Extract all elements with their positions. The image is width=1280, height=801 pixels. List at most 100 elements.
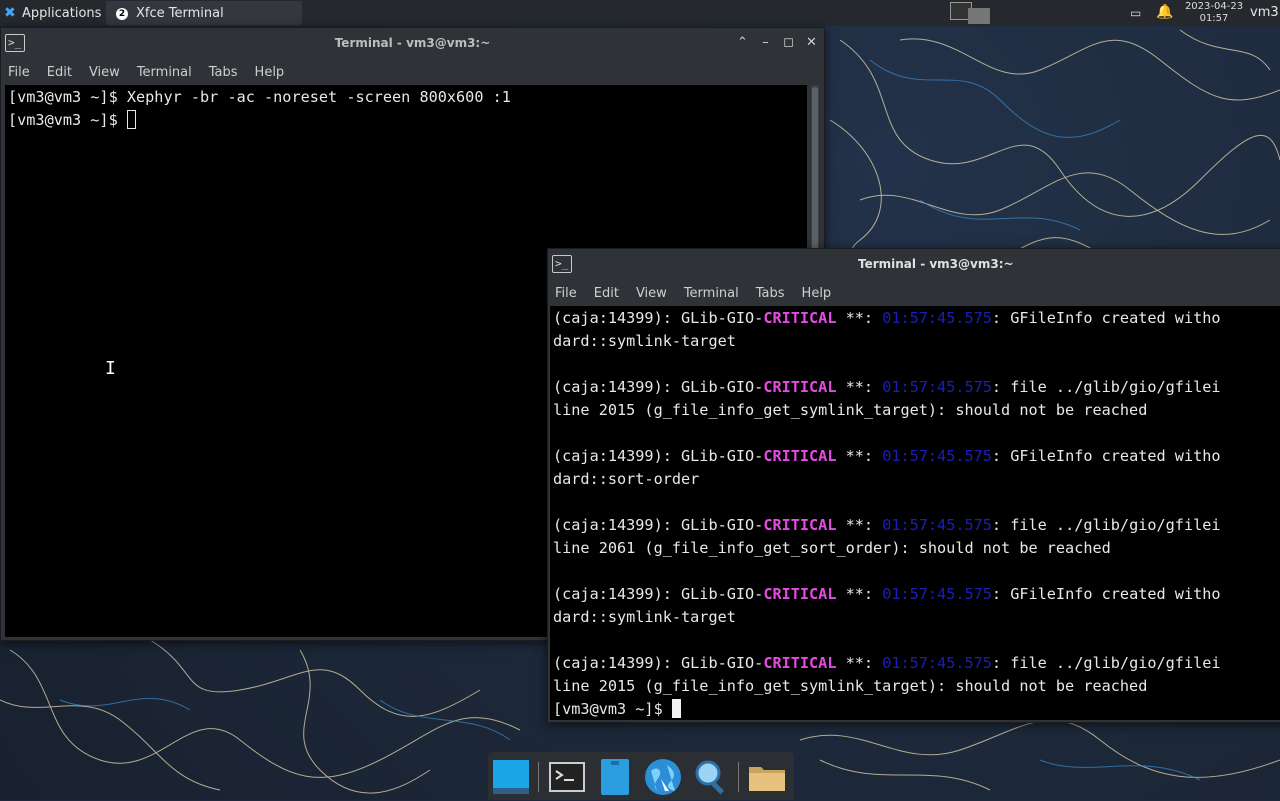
log-line: (caja:14399): GLib-GIO-CRITICAL **: 01:5… (553, 445, 1280, 468)
battery-icon[interactable]: ▭ (1130, 6, 1146, 20)
bottom-dock (488, 752, 794, 800)
log-line-continuation: line 2015 (g_file_info_get_symlink_targe… (553, 677, 1148, 695)
dock-separator (538, 762, 539, 792)
window-title: Terminal - vm3@vm3:~ (858, 257, 1014, 271)
menu-edit[interactable]: Edit (594, 286, 619, 301)
menubar: File Edit View Terminal Tabs Help (548, 281, 1280, 305)
workspace-switcher[interactable] (950, 2, 990, 24)
dock-separator (738, 762, 739, 792)
window-controls: ⌃ – ◻ ✕ (736, 35, 818, 50)
menu-tabs[interactable]: Tabs (209, 65, 238, 80)
log-prefix: (caja:14399): GLib-GIO- (553, 378, 764, 396)
log-msg: : GFileInfo created witho (991, 309, 1221, 327)
menu-terminal[interactable]: Terminal (684, 286, 739, 301)
log-line: (caja:14399): GLib-GIO-CRITICAL **: 01:5… (553, 583, 1280, 606)
mouse-ibeam-icon: I (105, 358, 116, 379)
minimize-button[interactable]: – (759, 35, 772, 50)
log-msg: : GFileInfo created witho (991, 447, 1221, 465)
panel-clock[interactable]: 2023-04-23 01:57 (1184, 1, 1244, 25)
log-mid: **: (836, 585, 883, 603)
log-level: CRITICAL (763, 654, 837, 672)
terminal-line: [vm3@vm3 ~]$ Xephyr -br -ac -noreset -sc… (8, 88, 511, 106)
clock-date: 2023-04-23 (1184, 1, 1244, 12)
text-cursor (671, 699, 681, 718)
log-mid: **: (836, 378, 883, 396)
web-browser-icon[interactable] (643, 757, 683, 797)
log-prefix: (caja:14399): GLib-GIO- (553, 654, 764, 672)
log-line-continuation: dard::symlink-target (553, 608, 736, 626)
window-titlebar[interactable]: >_ Terminal - vm3@vm3:~ (548, 249, 1280, 281)
log-line-continuation: dard::symlink-target (553, 332, 736, 350)
terminal-line: [vm3@vm3 ~]$ (8, 109, 807, 132)
text-cursor (126, 110, 136, 129)
log-prefix: (caja:14399): GLib-GIO- (553, 309, 764, 327)
taskbar-item-label: Xfce Terminal (136, 5, 224, 21)
log-line-continuation: line 2061 (g_file_info_get_sort_order): … (553, 539, 1111, 557)
log-level: CRITICAL (763, 309, 837, 327)
log-level: CRITICAL (763, 585, 837, 603)
log-prefix: (caja:14399): GLib-GIO- (553, 447, 764, 465)
clock-time: 01:57 (1199, 13, 1229, 24)
search-icon[interactable] (691, 757, 731, 797)
log-level: CRITICAL (763, 516, 837, 534)
log-ts: 01:57:45.575 (882, 654, 992, 672)
close-button[interactable]: ✕ (805, 35, 818, 50)
log-mid: **: (836, 309, 883, 327)
log-level: CRITICAL (763, 447, 837, 465)
menu-help[interactable]: Help (255, 65, 285, 80)
terminal-line: [vm3@vm3 ~]$ (553, 698, 1280, 720)
log-level: CRITICAL (763, 378, 837, 396)
log-line: (caja:14399): GLib-GIO-CRITICAL **: 01:5… (553, 514, 1280, 537)
window-titlebar[interactable]: >_ Terminal - vm3@vm3:~ ⌃ – ◻ ✕ (1, 28, 824, 60)
text-editor-icon[interactable] (595, 757, 635, 797)
menubar: File Edit View Terminal Tabs Help (1, 60, 824, 84)
menu-view[interactable]: View (636, 286, 667, 301)
shade-button[interactable]: ⌃ (736, 35, 749, 50)
user-menu[interactable]: vm3 (1250, 5, 1279, 20)
window-title: Terminal - vm3@vm3:~ (334, 36, 491, 50)
log-mid: **: (836, 654, 883, 672)
menu-terminal[interactable]: Terminal (137, 65, 192, 80)
menu-help[interactable]: Help (802, 286, 832, 301)
applications-label: Applications (22, 5, 102, 21)
menu-file[interactable]: File (8, 65, 30, 80)
menu-file[interactable]: File (555, 286, 577, 301)
workspace-2[interactable] (968, 8, 990, 24)
log-line-continuation: dard::sort-order (553, 470, 700, 488)
taskbar-item-xfce-terminal[interactable]: 2 Xfce Terminal (106, 1, 302, 25)
xfce-logo-icon: ✖ (4, 5, 16, 21)
notification-bell-icon[interactable]: 🔔 (1156, 4, 1173, 20)
log-ts: 01:57:45.575 (882, 378, 992, 396)
log-msg: : file ../glib/gio/gfilei (991, 654, 1221, 672)
log-mid: **: (836, 516, 883, 534)
terminal-window-2: >_ Terminal - vm3@vm3:~ File Edit View T… (547, 248, 1280, 723)
menu-edit[interactable]: Edit (47, 65, 72, 80)
terminal-app-icon: >_ (552, 255, 572, 273)
log-line: (caja:14399): GLib-GIO-CRITICAL **: 01:5… (553, 376, 1280, 399)
log-line: (caja:14399): GLib-GIO-CRITICAL **: 01:5… (553, 652, 1280, 675)
menu-view[interactable]: View (89, 65, 120, 80)
log-line-continuation: line 2015 (g_file_info_get_symlink_targe… (553, 401, 1148, 419)
log-ts: 01:57:45.575 (882, 309, 992, 327)
terminal-group-icon: 2 (110, 6, 128, 20)
log-msg: : GFileInfo created witho (991, 585, 1221, 603)
terminal-icon[interactable] (547, 757, 587, 797)
log-msg: : file ../glib/gio/gfilei (991, 378, 1221, 396)
file-manager-icon[interactable] (747, 757, 787, 797)
log-mid: **: (836, 447, 883, 465)
menu-tabs[interactable]: Tabs (756, 286, 785, 301)
log-ts: 01:57:45.575 (882, 447, 992, 465)
log-line: (caja:14399): GLib-GIO-CRITICAL **: 01:5… (553, 307, 1280, 330)
log-prefix: (caja:14399): GLib-GIO- (553, 516, 764, 534)
log-ts: 01:57:45.575 (882, 585, 992, 603)
show-desktop-icon[interactable] (491, 757, 531, 797)
log-ts: 01:57:45.575 (882, 516, 992, 534)
applications-menu-button[interactable]: ✖ Applications (0, 0, 107, 26)
maximize-button[interactable]: ◻ (782, 35, 795, 50)
terminal-output[interactable]: (caja:14399): GLib-GIO-CRITICAL **: 01:5… (550, 306, 1280, 720)
window-count-badge: 2 (116, 8, 128, 20)
prompt-text: [vm3@vm3 ~]$ (8, 111, 127, 129)
